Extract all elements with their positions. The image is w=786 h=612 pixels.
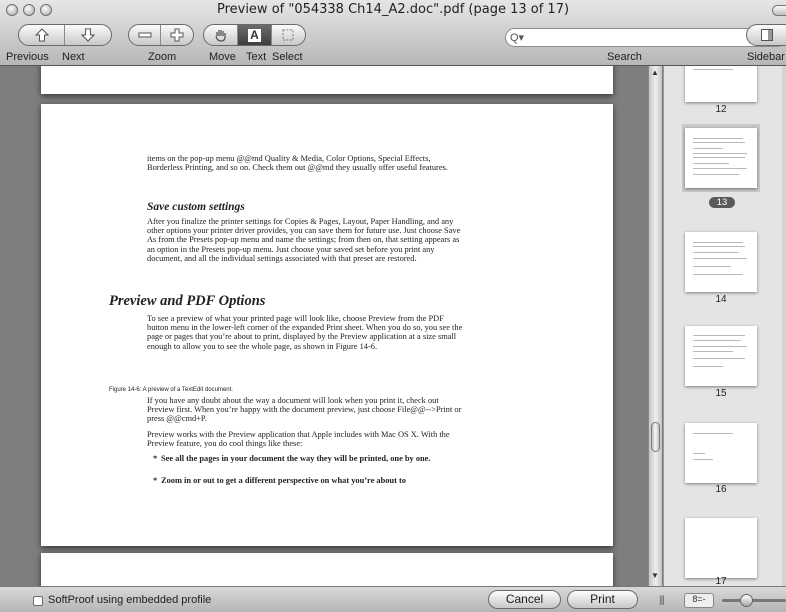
softproof-checkbox[interactable]: [33, 596, 43, 606]
next-page: [41, 553, 613, 586]
thumbnail-label-12: 12: [715, 104, 727, 115]
heading-save-custom-settings: Save custom settings: [147, 201, 245, 213]
sidebar-icon: [760, 29, 773, 41]
magnifier-icon[interactable]: Q▾: [510, 31, 524, 44]
bullet-item-1: See all the pages in your document the w…: [161, 454, 431, 463]
thumbnail-label-15: 15: [715, 388, 727, 399]
tool-segmented-control: A: [203, 24, 306, 46]
paragraph-4: If you have any doubt about the way a do…: [147, 396, 462, 424]
zoom-label: Zoom: [148, 51, 177, 63]
plus-icon: [170, 28, 184, 42]
sidebar-resize-grip-icon[interactable]: |||: [659, 595, 665, 606]
scrollbar-thumb[interactable]: [651, 422, 660, 452]
previous-page: [41, 66, 613, 94]
thumbnail-view-menu[interactable]: 8=-: [684, 593, 714, 608]
thumbnail-label-14: 14: [715, 294, 727, 305]
thumbnail-label-17: 17: [715, 576, 727, 586]
text-label: Text: [246, 51, 267, 63]
paragraph-2: After you finalize the printer settings …: [147, 217, 461, 263]
thumbnail-page-15[interactable]: [685, 326, 757, 386]
thumbnail-page-14[interactable]: [685, 232, 757, 292]
hand-icon: [215, 30, 226, 42]
sidebar-toggle-control: [746, 24, 786, 46]
document-scrollbar[interactable]: ▲ ▼: [648, 66, 662, 586]
sidebar-button[interactable]: [747, 25, 786, 45]
minus-icon: [138, 32, 151, 38]
thumbnail-page-17[interactable]: [685, 518, 757, 578]
text-cursor-icon: A: [248, 27, 261, 42]
document-view[interactable]: items on the pop-up menu @@md Quality & …: [0, 66, 648, 586]
previous-button[interactable]: [19, 25, 66, 45]
bullet-item-2: Zoom in or out to get a different perspe…: [161, 476, 406, 485]
select-tool-button[interactable]: [272, 25, 305, 45]
next-label: Next: [62, 51, 85, 63]
search-input[interactable]: [505, 28, 786, 47]
thumbnail-size-slider[interactable]: [722, 599, 786, 602]
paragraph-3: To see a preview of what your printed pa…: [147, 314, 463, 351]
arrow-up-icon: [34, 28, 49, 42]
thumbnail-sidebar: 12 13 14 15 16 17: [663, 66, 786, 586]
text-tool-button[interactable]: A: [238, 25, 272, 45]
toolbar-toggle-button[interactable]: [772, 5, 786, 16]
arrow-down-icon: [81, 28, 95, 42]
scroll-down-arrow-icon[interactable]: ▼: [651, 571, 659, 580]
softproof-label[interactable]: SoftProof using embedded profile: [48, 594, 211, 606]
bullet-marker-2: *: [153, 476, 158, 485]
zoom-segmented-control: [128, 24, 194, 46]
thumbnail-size-slider-knob[interactable]: [740, 594, 753, 607]
figure-caption: Figure 14-6: A preview of a TextEdit doc…: [109, 387, 233, 393]
move-tool-button[interactable]: [204, 25, 239, 45]
print-preview-bottom-bar: SoftProof using embedded profile Cancel …: [0, 586, 786, 612]
thumbnail-label-16: 16: [715, 484, 727, 495]
next-button[interactable]: [65, 25, 111, 45]
move-label: Move: [209, 51, 236, 63]
paragraph-1: items on the pop-up menu @@md Quality & …: [147, 154, 448, 173]
zoom-in-button[interactable]: [161, 25, 193, 45]
select-label: Select: [272, 51, 303, 63]
page-nav-segmented-control: [18, 24, 112, 46]
thumbnail-page-13[interactable]: [685, 128, 757, 188]
cancel-button[interactable]: Cancel: [488, 590, 561, 609]
thumbnail-page-12[interactable]: [685, 66, 757, 102]
current-page[interactable]: items on the pop-up menu @@md Quality & …: [41, 104, 613, 546]
paragraph-5: Preview works with the Preview applicati…: [147, 430, 450, 449]
previous-label: Previous: [6, 51, 49, 63]
thumbnail-label-13: 13: [709, 197, 735, 208]
bullet-marker-1: *: [153, 454, 158, 463]
print-button[interactable]: Print: [567, 590, 638, 609]
window-title: Preview of "054338 Ch14_A2.doc".pdf (pag…: [216, 2, 570, 17]
marquee-icon: [282, 29, 294, 41]
search-label: Search: [607, 51, 642, 63]
thumbnail-page-16[interactable]: [685, 423, 757, 483]
sidebar-label: Sidebar: [747, 51, 785, 63]
sidebar-scrollbar[interactable]: [782, 66, 786, 586]
window-toolbar: Preview of "054338 Ch14_A2.doc".pdf (pag…: [0, 0, 786, 66]
zoom-out-button[interactable]: [129, 25, 162, 45]
scroll-up-arrow-icon[interactable]: ▲: [651, 68, 659, 77]
heading-preview-pdf-options: Preview and PDF Options: [109, 293, 266, 309]
